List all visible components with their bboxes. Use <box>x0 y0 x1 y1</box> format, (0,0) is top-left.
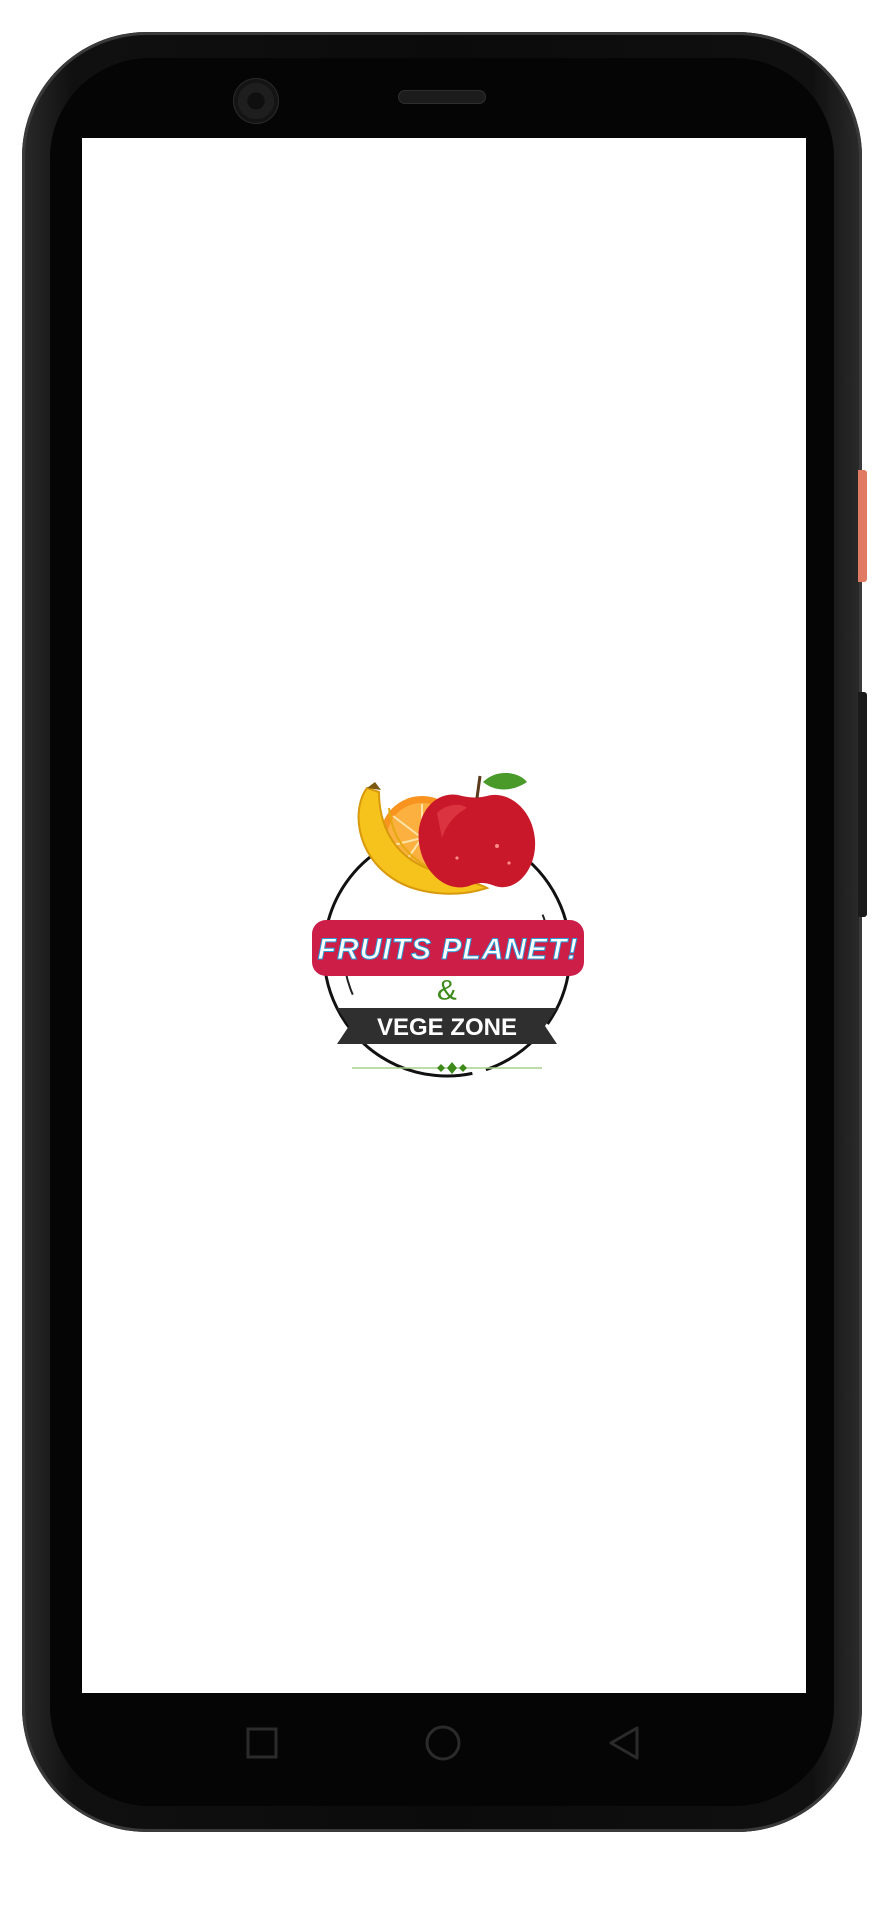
system-nav-bar <box>82 1693 806 1793</box>
subtitle-ribbon: VEGE ZONE <box>337 1008 557 1044</box>
circle-icon <box>425 1725 461 1761</box>
back-button[interactable] <box>594 1713 654 1773</box>
volume-button[interactable] <box>858 470 867 582</box>
device-canvas: FRUITS PLANET! & VEGE ZONE <box>0 0 889 1920</box>
logo-title-line1: FRUITS PLANET! <box>318 933 579 966</box>
home-button[interactable] <box>413 1713 473 1773</box>
recent-apps-button[interactable] <box>232 1713 292 1773</box>
logo-divider <box>352 1062 542 1074</box>
app-logo: FRUITS PLANET! & VEGE ZONE <box>297 768 597 1098</box>
triangle-back-icon <box>609 1726 639 1760</box>
power-button[interactable] <box>858 692 867 917</box>
front-camera <box>233 78 279 124</box>
square-icon <box>246 1727 278 1759</box>
logo-ampersand: & <box>436 974 458 1007</box>
earpiece-speaker <box>398 90 486 104</box>
logo-title-line2: VEGE ZONE <box>377 1014 517 1041</box>
logo-graphic: FRUITS PLANET! & VEGE ZONE <box>312 772 584 1078</box>
title-banner: FRUITS PLANET! <box>312 920 584 976</box>
splash-screen: FRUITS PLANET! & VEGE ZONE <box>82 138 806 1693</box>
apple-icon <box>418 772 536 888</box>
